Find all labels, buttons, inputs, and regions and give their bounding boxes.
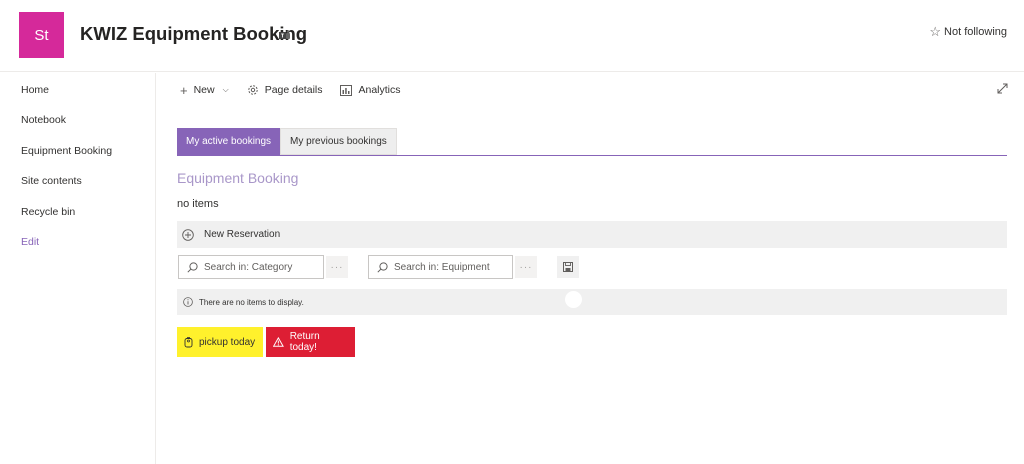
add-circle-icon [182, 228, 194, 241]
search-equipment-placeholder: Search in: Equipment [394, 261, 490, 273]
new-reservation-label: New Reservation [204, 229, 281, 240]
booking-tabs: My active bookings My previous bookings [177, 128, 397, 155]
tab-my-previous-bookings[interactable]: My previous bookings [280, 128, 397, 155]
expand-icon[interactable] [997, 83, 1008, 94]
toggle-knob[interactable] [565, 291, 582, 308]
search-icon [187, 261, 198, 273]
nav-item-site-contents[interactable]: Site contents [21, 175, 82, 187]
follow-button[interactable]: ☆ Not following [929, 25, 1007, 38]
search-icon [377, 261, 388, 273]
page-details-label: Page details [264, 84, 323, 96]
page-details-button[interactable]: Page details [247, 84, 323, 96]
tab-underline [177, 155, 1007, 156]
tag-icon [184, 336, 193, 347]
no-items-message: There are no items to display. [199, 297, 304, 307]
site-header: St KWIZ Equipment Booking ☆ Not followin… [0, 0, 1024, 72]
nav-item-equipment-booking[interactable]: Equipment Booking [21, 145, 112, 157]
left-navigation: Home Notebook Equipment Booking Site con… [0, 73, 156, 464]
save-icon [563, 262, 573, 272]
info-icon [183, 297, 193, 307]
save-button[interactable] [557, 256, 579, 278]
category-more-button[interactable]: ··· [326, 256, 348, 278]
search-category-input[interactable]: Search in: Category [178, 255, 324, 279]
analytics-icon [340, 84, 353, 96]
command-bar: + New ⌵ Page details Analytics [180, 82, 419, 98]
no-items-message-bar: There are no items to display. [177, 289, 1007, 315]
nav-item-home[interactable]: Home [21, 84, 49, 96]
pickup-today-label: pickup today [199, 336, 256, 348]
plus-icon: + [180, 82, 188, 98]
return-today-button[interactable]: Return today! [266, 327, 355, 357]
site-logo[interactable]: St [19, 12, 64, 58]
nav-item-notebook[interactable]: Notebook [21, 114, 66, 126]
teams-icon [279, 30, 290, 39]
new-label: New [193, 84, 215, 96]
empty-state-text: no items [177, 198, 219, 210]
new-reservation-button[interactable]: New Reservation [177, 221, 1007, 248]
analytics-label: Analytics [358, 84, 401, 96]
tab-my-active-bookings[interactable]: My active bookings [177, 128, 281, 155]
warning-icon [273, 337, 284, 347]
gear-icon [247, 85, 258, 95]
chevron-down-icon: ⌵ [222, 85, 229, 94]
search-equipment-input[interactable]: Search in: Equipment [368, 255, 513, 279]
follow-label: Not following [944, 25, 1007, 38]
return-today-label: Return today! [289, 331, 320, 353]
equipment-more-button[interactable]: ··· [515, 256, 537, 278]
nav-item-recycle-bin[interactable]: Recycle bin [21, 206, 75, 218]
nav-edit-link[interactable]: Edit [21, 236, 39, 248]
star-icon: ☆ [929, 24, 942, 39]
site-title[interactable]: KWIZ Equipment Booking [80, 23, 307, 45]
list-title[interactable]: Equipment Booking [177, 170, 298, 186]
new-button[interactable]: + New ⌵ [180, 84, 229, 97]
search-category-placeholder: Search in: Category [204, 261, 293, 273]
pickup-today-button[interactable]: pickup today [177, 327, 263, 357]
analytics-button[interactable]: Analytics [340, 84, 401, 96]
